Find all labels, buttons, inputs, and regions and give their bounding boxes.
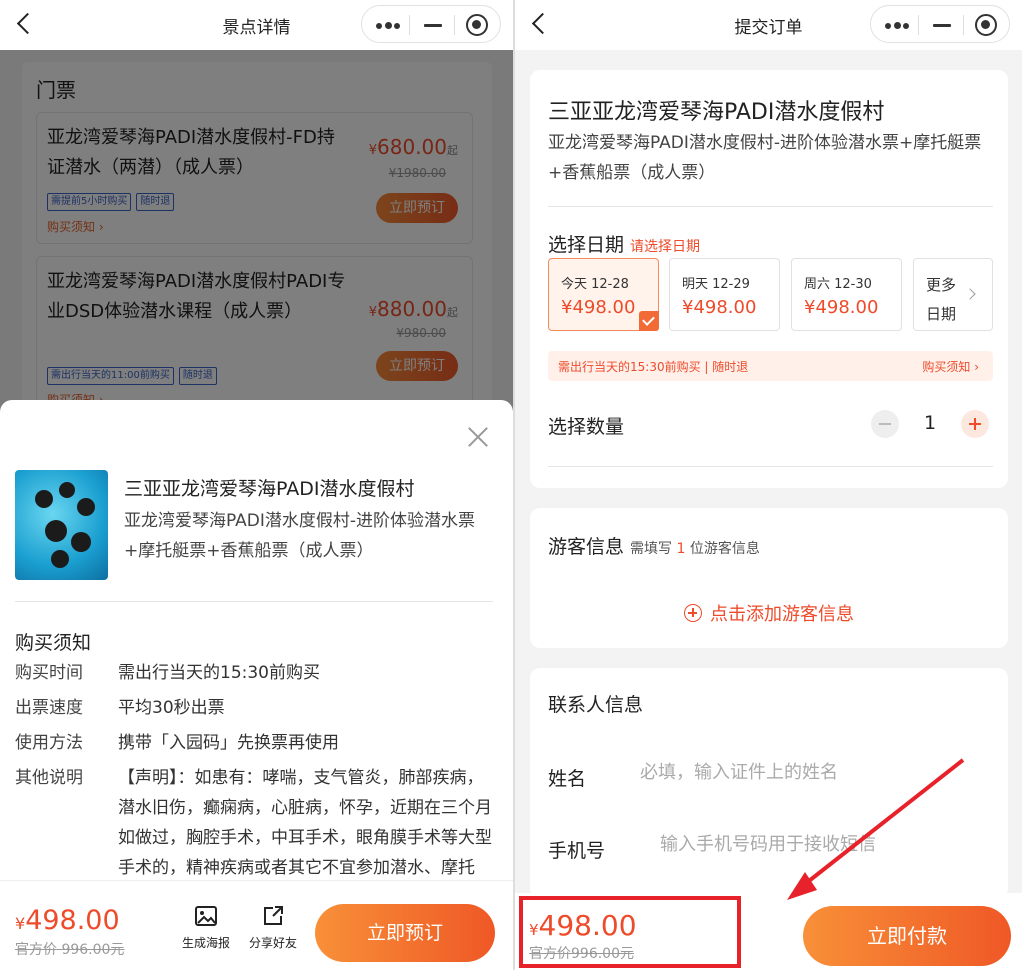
attraction-detail-screen: 景点详情 门票 亚龙湾爱琴海PADI潜水度假村-FD持证潜水（两潜）（成人票） … xyxy=(0,0,513,970)
more-dates-button[interactable]: 更多日期 xyxy=(913,258,993,331)
bottom-bar: ¥498.00 官方价 996.00元 生成海报 分享好友 立即预订 xyxy=(0,880,513,970)
contact-title: 联系人信息 xyxy=(548,694,644,716)
phone-input[interactable] xyxy=(660,834,990,855)
mini-program-capsule xyxy=(361,5,501,43)
share-button[interactable]: 分享好友 xyxy=(243,904,303,951)
bottom-bar: ¥498.00 官方价996.00元 立即付款 xyxy=(515,893,1022,970)
phone-label: 手机号 xyxy=(548,840,606,862)
order-card: 三亚亚龙湾爱琴海PADI潜水度假村 亚龙湾爱琴海PADI潜水度假村-进阶体验潜水… xyxy=(530,70,1008,488)
tourist-label: 游客信息 需填写 1 位游客信息 xyxy=(548,536,760,558)
product-title: 三亚亚龙湾爱琴海PADI潜水度假村 xyxy=(124,478,415,500)
official-price: 官方价 996.00元 xyxy=(15,942,125,958)
divider xyxy=(548,206,993,207)
notes-title: 购买须知 xyxy=(15,632,92,654)
submit-order-screen: 提交订单 三亚亚龙湾爱琴海PADI潜水度假村 亚龙湾爱琴海PADI潜水度假村-进… xyxy=(515,0,1022,970)
date-hint: 请选择日期 xyxy=(630,239,701,255)
notice-text: 需出行当天的15:30前购买 | 随时退 xyxy=(558,360,749,374)
note-value: 需出行当天的15:30前购买 xyxy=(118,663,320,683)
tourist-card: 游客信息 需填写 1 位游客信息 点击添加游客信息 xyxy=(530,508,1008,648)
purchase-sheet: 三亚亚龙湾爱琴海PADI潜水度假村 亚龙湾爱琴海PADI潜水度假村-进阶体验潜水… xyxy=(0,400,513,970)
increase-button[interactable] xyxy=(961,410,989,438)
name-input[interactable] xyxy=(640,762,980,783)
purchase-notice-link[interactable]: 购买须知 › xyxy=(922,358,979,375)
date-option[interactable]: 明天 12-29 ¥498.00 xyxy=(669,258,780,331)
divider xyxy=(548,466,993,467)
nav-bar: 景点详情 xyxy=(0,0,513,50)
notice-bar: 需出行当天的15:30前购买 | 随时退 购买须知 › xyxy=(548,351,993,381)
tourist-hint: 需填写 1 位游客信息 xyxy=(630,541,760,557)
poster-button[interactable]: 生成海报 xyxy=(176,904,236,951)
note-key: 其他说明 xyxy=(15,768,83,788)
mini-program-capsule xyxy=(870,5,1010,43)
check-icon xyxy=(639,311,659,331)
minimize-icon[interactable] xyxy=(933,24,951,27)
note-key: 使用方法 xyxy=(15,733,83,753)
nav-bar: 提交订单 xyxy=(515,0,1022,50)
date-option[interactable]: 今天 12-28 ¥498.00 xyxy=(548,258,659,331)
date-option[interactable]: 周六 12-30 ¥498.00 xyxy=(791,258,902,331)
add-tourist-button[interactable]: 点击添加游客信息 xyxy=(530,600,1008,626)
total-price: ¥498.00 xyxy=(15,905,120,936)
product-title: 三亚亚龙湾爱琴海PADI潜水度假村 xyxy=(548,100,885,125)
contact-card: 联系人信息 姓名 手机号 xyxy=(530,668,1008,898)
quantity-value: 1 xyxy=(923,412,937,434)
note-value: 携带「入园码」先换票再使用 xyxy=(118,733,339,753)
close-icon[interactable] xyxy=(467,426,489,448)
divider xyxy=(15,601,493,602)
product-subtitle: 亚龙湾爱琴海PADI潜水度假村-进阶体验潜水票+摩托艇票+香蕉船票（成人票） xyxy=(548,133,982,183)
minimize-icon[interactable] xyxy=(424,24,442,27)
note-value: 平均30秒出票 xyxy=(118,698,225,718)
add-circle-icon xyxy=(684,604,702,622)
date-label: 选择日期 请选择日期 xyxy=(548,234,701,256)
share-icon xyxy=(264,906,283,925)
name-label: 姓名 xyxy=(548,768,587,790)
chevron-right-icon xyxy=(964,288,976,300)
close-miniprogram-icon[interactable] xyxy=(466,14,488,36)
close-miniprogram-icon[interactable] xyxy=(975,14,997,36)
decrease-button[interactable] xyxy=(871,410,899,438)
note-key: 购买时间 xyxy=(15,663,83,683)
image-icon xyxy=(195,906,217,926)
product-subtitle: 亚龙湾爱琴海PADI潜水度假村-进阶体验潜水票+摩托艇票+香蕉船票（成人票） xyxy=(124,511,476,561)
note-key: 出票速度 xyxy=(15,698,83,718)
more-icon[interactable] xyxy=(885,22,909,29)
product-image xyxy=(15,470,108,580)
more-icon[interactable] xyxy=(376,22,400,29)
highlight-box xyxy=(519,896,741,968)
quantity-label: 选择数量 xyxy=(548,416,625,438)
book-now-button[interactable]: 立即预订 xyxy=(315,904,495,962)
pay-now-button[interactable]: 立即付款 xyxy=(803,906,1011,966)
